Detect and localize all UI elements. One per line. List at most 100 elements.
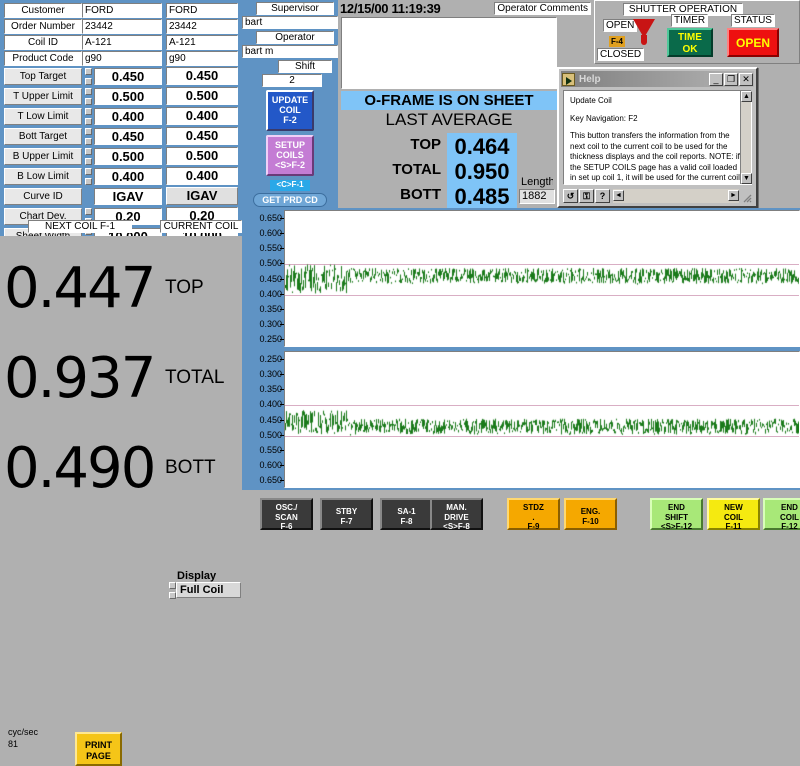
function-button-new[interactable]: NEWCOILF-11 [707, 498, 760, 530]
scroll-up-icon[interactable]: ▲ [741, 91, 752, 102]
next-coil-tag[interactable]: NEXT COIL F-1 [28, 220, 132, 233]
coil-value-stepper[interactable] [85, 148, 92, 165]
display-mode-stepper[interactable] [169, 582, 176, 599]
shutter-f4-key[interactable]: F-4 [609, 36, 625, 47]
minimize-icon[interactable]: _ [709, 73, 723, 86]
shutter-timer-indicator: TIME OK [667, 28, 713, 57]
print-page-button[interactable]: PRINT PAGE [75, 732, 122, 766]
function-button-line: END [668, 503, 685, 512]
coil-value-row: Bott Target 0.450 [4, 127, 162, 145]
cyc-per-sec-value: 81 [8, 739, 18, 749]
center-info-panel: 12/15/00 11:19:39 Operator Comments O-FR… [338, 0, 594, 208]
coil-header-value-next[interactable]: A-121 [82, 35, 162, 50]
coil-value-next[interactable]: 0.500 [94, 88, 162, 105]
function-button-line: F-11 [725, 522, 741, 531]
function-button-line: DRIVE [444, 513, 468, 522]
scroll-down-icon[interactable]: ▼ [741, 173, 752, 184]
coil-header-value-next[interactable]: g90 [82, 51, 162, 66]
print-page-line-1: PRINT [85, 740, 112, 750]
function-button-end[interactable]: ENDCOILF-12 [763, 498, 800, 530]
function-button-stby[interactable]: STBYF-7 [320, 498, 373, 530]
coil-value-label: B Upper Limit [4, 148, 82, 165]
coil-header-value-next[interactable]: 23442 [82, 19, 162, 34]
operator-input[interactable]: bart m [242, 45, 338, 58]
update-coil-button[interactable]: UPDATE COIL F-2 [266, 90, 314, 131]
coil-header-value-current: A-121 [166, 35, 238, 50]
shutter-status-label: STATUS [731, 14, 775, 27]
coil-value-next[interactable]: 0.450 [94, 128, 162, 145]
function-button-line: ENG. [581, 507, 601, 516]
function-button-line: COIL [780, 513, 799, 522]
coil-value-current: 0.500 [166, 87, 238, 105]
coil-header-value-current: 23442 [166, 19, 238, 34]
coil-value-label: Top Target [4, 68, 82, 85]
setup-coils-button[interactable]: SETUP COILS <S>F-2 [266, 135, 314, 176]
coil-value-stepper[interactable] [85, 168, 92, 185]
function-button-line: F-12 [781, 522, 797, 531]
setup-coils-line-1: SETUP [275, 140, 305, 150]
display-mode-select[interactable]: Full Coil [169, 582, 241, 598]
operator-comments-input[interactable] [341, 17, 557, 89]
update-coil-line-2: COIL [279, 105, 301, 115]
coil-value-label: Bott Target [4, 128, 82, 145]
help-contents-icon[interactable]: ↺ [563, 189, 578, 203]
coil-value-stepper[interactable] [85, 128, 92, 145]
coil-value-next[interactable]: 0.450 [94, 68, 162, 85]
coil-value-stepper[interactable] [85, 108, 92, 125]
close-icon[interactable]: ✕ [739, 73, 753, 86]
get-prd-cd-button[interactable]: GET PRD CD [253, 193, 327, 207]
y-axis-tick-label: 0.650 [242, 475, 284, 485]
help-body-paragraph: This button transfers the information fr… [570, 131, 745, 184]
coil-value-next[interactable]: 0.500 [94, 148, 162, 165]
help-titlebar[interactable]: Help _ ❐ ✕ [561, 71, 754, 87]
function-button-end[interactable]: ENDSHIFT<S>F-12 [650, 498, 703, 530]
coil-value-next[interactable]: 0.400 [94, 108, 162, 125]
help-question-icon[interactable]: ? [595, 189, 610, 203]
scroll-right-icon[interactable]: ► [728, 190, 739, 201]
coil-value-stepper[interactable] [85, 88, 92, 105]
coil-header-row: Order Number23442 [4, 19, 162, 34]
y-axis-tick-label: 0.300 [242, 369, 284, 379]
coil-header-label: Product Code [4, 51, 82, 66]
scroll-left-icon[interactable]: ◄ [613, 190, 624, 201]
function-button-eng[interactable]: ENG.F-10 [564, 498, 617, 530]
resize-grip-icon[interactable] [740, 190, 752, 202]
help-print-icon[interactable]: ⚿ [579, 189, 594, 203]
coil-header-label: Coil ID [4, 35, 82, 50]
coil-value-next[interactable]: 0.400 [94, 168, 162, 185]
coil-header-value-next[interactable]: FORD [82, 3, 162, 18]
readout-label-bott: BOTT [165, 457, 216, 479]
coil-header-row: Product Codeg90 [4, 51, 162, 66]
function-button-stdz[interactable]: STDZ.F-9 [507, 498, 560, 530]
y-axis-tick-label: 0.450 [242, 415, 284, 425]
maximize-icon[interactable]: ❐ [724, 73, 738, 86]
help-vertical-scrollbar[interactable]: ▲ ▼ [740, 91, 751, 184]
coil-value-stepper[interactable] [85, 68, 92, 85]
function-button-osc[interactable]: OSC./SCANF-6 [260, 498, 313, 530]
average-label-total: TOTAL [359, 161, 441, 178]
function-button-line: COIL [724, 513, 743, 522]
top-chart-plot[interactable] [284, 210, 800, 347]
coil-value-row: Top Target 0.450 [4, 67, 162, 85]
supervisor-input[interactable]: bart [242, 16, 338, 29]
top-chart-y-axis: 0.6500.6000.5500.5000.4500.4000.3500.300… [242, 210, 284, 347]
function-button-sa-1[interactable]: SA-1F-8 [380, 498, 433, 530]
help-window[interactable]: Help _ ❐ ✕ Update Coil Key Navigation: F… [557, 67, 758, 208]
readout-value-bott: 0.490 [4, 436, 154, 501]
coil-header-label: Customer [4, 3, 82, 18]
average-value-top: 0.464 [447, 133, 517, 160]
shift-input[interactable]: 2 [262, 74, 322, 87]
coil-value-next[interactable]: IGAV [94, 188, 162, 205]
average-label-top: TOP [359, 136, 441, 153]
display-mode-label: Display [177, 570, 216, 582]
bottom-chart-plot[interactable] [284, 351, 800, 488]
function-button-man[interactable]: MAN.DRIVE<S>F-8 [430, 498, 483, 530]
y-axis-tick-label: 0.300 [242, 319, 284, 329]
y-axis-tick-label: 0.600 [242, 460, 284, 470]
function-button-line: SHIFT [665, 513, 688, 522]
function-button-line: MAN. [446, 503, 466, 512]
setup-coils-line-2: COILS [276, 150, 304, 160]
help-horizontal-scrollbar[interactable]: ◄ ► [613, 189, 739, 203]
coil-value-current: IGAV [166, 187, 238, 205]
current-coil-tag[interactable]: CURRENT COIL [160, 220, 242, 233]
